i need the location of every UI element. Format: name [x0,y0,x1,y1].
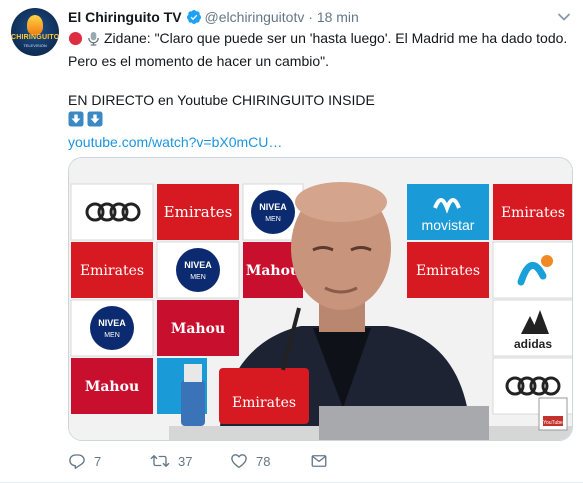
account-handle[interactable]: @elchiringuitotv [205,9,305,25]
svg-text:adidas: adidas [514,337,552,351]
heart-icon [230,452,248,470]
svg-text:NIVEA: NIVEA [184,260,212,270]
tweet-text-line-1: Zidane: "Claro que puede ser un 'hasta l… [68,29,573,52]
svg-text:Mahou: Mahou [171,321,225,337]
account-name[interactable]: El Chiringuito TV [68,9,182,25]
avatar-flame-logo [27,15,43,35]
svg-text:NIVEA: NIVEA [259,202,287,212]
svg-text:Emirates: Emirates [501,205,565,221]
retweet-icon [150,452,170,470]
tweet-quote-part-1: Zidane: "Claro que puede ser un 'hasta l… [104,30,568,46]
verified-badge-icon [186,9,202,28]
sponsor-logo-text: Emirates [164,203,233,221]
tweet-live-notice: EN DIRECTO en Youtube CHIRINGUITO INSIDE [68,91,375,108]
header-separator: · [308,9,313,25]
sponsor-logo-text: movistar [422,217,475,233]
youtube-link[interactable]: youtube.com/watch?v=bX0mCU… [68,133,573,153]
down-arrow-icon [87,111,103,133]
chevron-down-icon[interactable] [557,10,571,24]
reply-icon [68,452,86,470]
svg-text:Emirates: Emirates [80,263,144,279]
tweet-card[interactable]: CHIRINGUITO TELEVISION El Chiringuito TV… [0,0,583,483]
tweet-arrows [68,110,573,133]
svg-text:YouTube: YouTube [543,420,563,426]
svg-text:MEN: MEN [104,332,120,339]
tweet-media-image[interactable]: Emirates NIVEA MEN movistar Emirates Emi… [68,157,573,441]
reply-count: 7 [94,453,102,469]
down-arrow-icon [68,111,84,133]
direct-message-button[interactable] [310,452,328,470]
tweet-header: El Chiringuito TV @elchiringuitotv · 18 m… [68,9,359,28]
like-button[interactable]: 78 [230,452,270,470]
retweet-button[interactable]: 37 [150,452,192,470]
tweet-spacer [68,71,573,91]
press-conference-photo: Emirates NIVEA MEN movistar Emirates Emi… [69,158,572,440]
svg-text:NIVEA: NIVEA [98,318,126,328]
svg-text:MEN: MEN [265,216,281,223]
microphone-icon [86,31,101,52]
tweet-text: Zidane: "Claro que puede ser un 'hasta l… [68,29,573,152]
svg-text:Mahou: Mahou [246,263,300,279]
reply-button[interactable]: 7 [68,452,101,470]
tweet-timestamp[interactable]: 18 min [317,9,359,25]
avatar-logo-text: CHIRINGUITO [11,34,59,41]
svg-text:Mahou: Mahou [85,379,139,395]
envelope-icon [310,452,328,470]
retweet-count: 37 [178,453,193,469]
svg-text:MEN: MEN [190,274,206,281]
avatar-logo-subtext: TELEVISION [23,43,47,48]
account-avatar[interactable]: CHIRINGUITO TELEVISION [11,8,59,56]
like-count: 78 [256,453,271,469]
tweet-quote-part-2: Pero es el momento de hacer un cambio". [68,52,329,69]
red-circle-icon [68,31,83,52]
svg-text:Emirates: Emirates [416,263,480,279]
svg-text:Emirates: Emirates [232,395,296,411]
